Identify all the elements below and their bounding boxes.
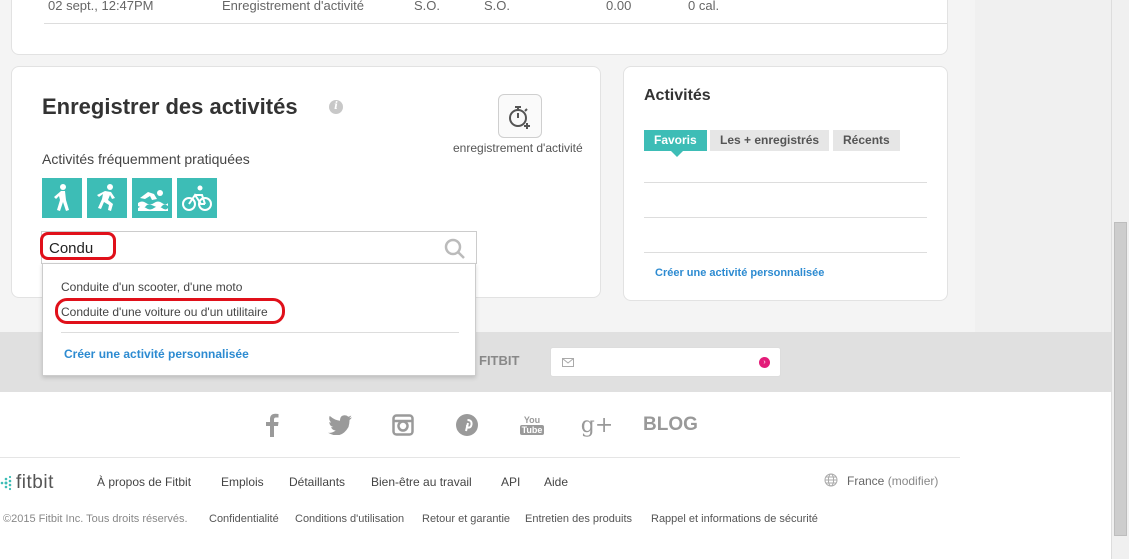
newsletter-label: FITBIT [479, 353, 520, 368]
walking-icon [54, 184, 69, 211]
country-selector[interactable]: France (modifier) [847, 474, 938, 488]
returns-link[interactable]: Retour et garantie [422, 513, 510, 525]
scrollbar-thumb[interactable] [1114, 222, 1127, 536]
table-row: 02 sept., 12:47PM Enregistrement d'activ… [44, 0, 947, 24]
google-plus-icon: g+ [580, 412, 614, 438]
help-link[interactable]: Aide [544, 475, 568, 489]
stopwatch-label: enregistrement d'activité [453, 141, 583, 155]
dropdown-divider [61, 332, 459, 333]
info-icon[interactable]: i [329, 100, 343, 114]
tab-recent[interactable]: Récents [833, 130, 900, 151]
tab-favoris[interactable]: Favoris [644, 130, 707, 157]
footer-divider [0, 457, 960, 458]
modify-country-link[interactable]: (modifier) [888, 474, 939, 488]
cycling-activity-button[interactable] [177, 178, 217, 218]
mail-icon [562, 358, 574, 367]
activity-history-card: 02 sept., 12:47PM Enregistrement d'activ… [11, 0, 948, 55]
country-name: France [847, 474, 885, 488]
footer: You Tube g+ BLOG fitbit À propos de Fitb… [0, 392, 1111, 559]
swimming-activity-button[interactable] [132, 178, 172, 218]
fitbit-wordmark: fitbit [16, 472, 54, 493]
pinterest-icon [456, 414, 478, 436]
row-col3: 0.00 [606, 0, 632, 13]
instagram-link[interactable] [391, 412, 415, 438]
suggestion-scooter[interactable]: Conduite d'un scooter, d'une moto [61, 280, 242, 294]
privacy-link[interactable]: Confidentialité [209, 513, 279, 525]
about-link[interactable]: À propos de Fitbit [97, 475, 191, 489]
youtube-you: You [523, 415, 541, 425]
frequent-activities-label: Activités fréquemment pratiquées [42, 151, 250, 167]
cycling-icon [182, 185, 212, 211]
stopwatch-plus-icon [509, 106, 530, 129]
facebook-icon [266, 413, 279, 437]
row-type: Enregistrement d'activité [222, 0, 364, 13]
jobs-link[interactable]: Emplois [221, 475, 264, 489]
log-activities-title: Enregistrer des activités [42, 94, 298, 119]
newsletter-submit-button[interactable]: › [759, 357, 770, 368]
youtube-tube: Tube [519, 425, 545, 435]
scrollbar[interactable] [1111, 0, 1129, 559]
search-icon[interactable] [444, 238, 466, 260]
blog-link[interactable]: BLOG [643, 414, 698, 436]
activities-title: Activités [644, 87, 711, 104]
create-custom-activity-link[interactable]: Créer une activité personnalisée [655, 267, 824, 279]
retailers-link[interactable]: Détaillants [289, 475, 345, 489]
swimming-icon [138, 190, 168, 211]
globe-icon [824, 473, 838, 487]
copyright-text: ©2015 Fitbit Inc. Tous droits réservés. [3, 513, 188, 525]
list-divider [644, 217, 927, 218]
row-col2: S.O. [484, 0, 511, 13]
walking-activity-button[interactable] [42, 178, 82, 218]
running-activity-button[interactable] [87, 178, 127, 218]
fitbit-logo[interactable]: fitbit [0, 472, 54, 494]
newsletter-email-input[interactable]: › [550, 347, 781, 377]
facebook-link[interactable] [262, 412, 282, 438]
row-type-label: Enregistrement d'activité [222, 0, 364, 13]
row-col4: 0 cal. [688, 0, 720, 13]
running-icon [97, 184, 115, 211]
youtube-icon: You Tube [519, 415, 545, 435]
activities-card: Activités Favoris Les + enregistrés Réce… [623, 66, 948, 301]
twitter-icon [328, 415, 352, 435]
terms-link[interactable]: Conditions d'utilisation [295, 513, 404, 525]
list-divider [644, 252, 927, 253]
twitter-link[interactable] [327, 412, 353, 438]
api-link[interactable]: API [501, 475, 520, 489]
row-date: 02 sept., 12:47PM [48, 0, 154, 13]
wellness-link[interactable]: Bien-être au travail [371, 475, 472, 489]
dropdown-create-custom-link[interactable]: Créer une activité personnalisée [64, 347, 249, 361]
care-link[interactable]: Entretien des produits [525, 513, 632, 525]
fitbit-dots-icon [0, 475, 12, 491]
list-divider [644, 182, 927, 183]
stopwatch-log-button[interactable] [498, 94, 542, 138]
annotation-highlight-suggestion [55, 298, 285, 324]
google-plus-link[interactable]: g+ [580, 412, 614, 438]
tab-most-logged[interactable]: Les + enregistrés [710, 130, 830, 151]
row-col1: S.O. [414, 0, 441, 13]
pinterest-link[interactable] [455, 412, 479, 438]
annotation-highlight-search [40, 232, 116, 260]
youtube-link[interactable]: You Tube [518, 412, 546, 438]
safety-link[interactable]: Rappel et informations de sécurité [651, 513, 818, 525]
instagram-icon [392, 414, 414, 436]
